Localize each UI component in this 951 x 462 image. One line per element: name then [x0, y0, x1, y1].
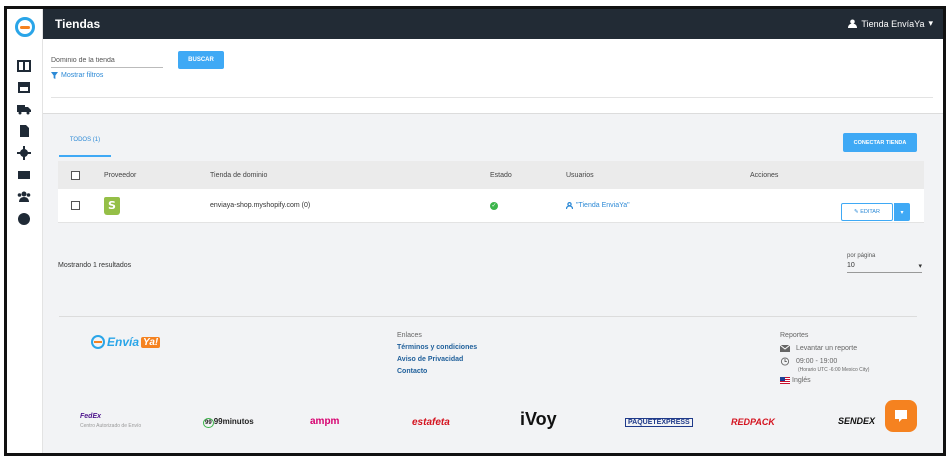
edit-label: EDITAR: [860, 209, 880, 215]
chat-icon: [895, 410, 907, 422]
user-menu[interactable]: Tienda EnvíaYa ▾: [848, 18, 933, 29]
us-flag-icon: [780, 377, 790, 384]
report-link[interactable]: Levantar un reporte: [780, 344, 869, 353]
edit-button[interactable]: ✎ EDITAR: [841, 203, 893, 221]
per-page-value: 10: [847, 262, 855, 269]
ivoy-logo: iVoy: [520, 409, 557, 429]
per-page-select[interactable]: por página 10 ▾: [847, 253, 922, 273]
col-provider: Proveedor: [104, 171, 137, 179]
user-name: Tienda EnvíaYa: [861, 18, 925, 29]
envelope-icon: [780, 344, 790, 352]
redpack-logo: REDPACK: [731, 417, 775, 427]
per-page-label: por página: [847, 253, 876, 259]
ampm-logo: ampm: [310, 416, 340, 427]
users-icon[interactable]: [17, 190, 33, 204]
paquetexpress-logo: PAQUETEXPRESS: [625, 418, 693, 427]
show-filters-label: Mostrar filtros: [61, 72, 104, 79]
col-users: Usuarios: [566, 171, 594, 179]
footer-divider: [59, 316, 917, 317]
language-label: Inglés: [792, 377, 811, 384]
truck-icon[interactable]: [17, 102, 33, 116]
user-outline-icon: [566, 202, 573, 209]
tab-todos[interactable]: TODOS (1): [59, 137, 111, 157]
app-frame: Tiendas Tienda EnvíaYa ▾ BUSCAR Mostrar …: [4, 6, 946, 456]
store-user-name: "Tienda EnviaYa": [576, 202, 630, 209]
reports-title: Reportes: [780, 332, 809, 339]
row-checkbox[interactable]: [71, 201, 80, 210]
domain-search-input[interactable]: [51, 57, 163, 68]
estafeta-logo: estafeta: [412, 417, 450, 428]
store-icon[interactable]: [17, 80, 33, 94]
fedex-logo: FedEx: [80, 413, 102, 420]
table-row: S enviaya-shop.myshopify.com (0) ✓ "Tien…: [58, 189, 924, 223]
chat-button[interactable]: [885, 400, 917, 432]
top-header: Tiendas Tienda EnvíaYa ▾: [43, 9, 943, 39]
col-actions: Acciones: [750, 171, 779, 179]
caret-down-icon: ▾: [928, 18, 933, 28]
page-title: Tiendas: [55, 17, 101, 31]
sendex-logo: SENDEX: [838, 416, 876, 426]
divider: [51, 97, 933, 98]
id-card-icon[interactable]: [17, 168, 33, 182]
footer-links: Enlaces Términos y condiciones Aviso de …: [397, 332, 477, 380]
table-header: Proveedor Tienda de dominio Estado Usuar…: [58, 161, 924, 189]
language-selector[interactable]: Inglés: [780, 377, 869, 384]
connect-store-button[interactable]: CONECTAR TIENDA: [843, 133, 917, 152]
caret-down-icon: ▾: [900, 209, 904, 216]
select-all-checkbox[interactable]: [71, 170, 80, 180]
enviaya-logo-icon: [91, 335, 105, 349]
show-filters-link[interactable]: Mostrar filtros: [51, 72, 103, 79]
clock-icon: [780, 357, 790, 366]
gear-icon[interactable]: [17, 146, 33, 160]
col-domain: Tienda de dominio: [210, 171, 268, 179]
brand-accent: Ya!: [141, 336, 161, 348]
dashboard-icon[interactable]: [17, 59, 33, 73]
enviaya-logo-icon[interactable]: [15, 17, 35, 37]
99minutos-logo: 99 99minutos: [203, 417, 254, 428]
links-title: Enlaces: [397, 332, 422, 339]
brand-main: Envía: [107, 335, 140, 349]
terms-link[interactable]: Términos y condiciones: [397, 344, 477, 351]
col-status: Estado: [490, 171, 512, 179]
results-count: Mostrando 1 resultados: [58, 262, 132, 269]
fedex-subtitle: Centro Autorizado de Envío: [80, 423, 142, 429]
store-user-link[interactable]: "Tienda EnviaYa": [566, 202, 750, 209]
filter-icon: [51, 72, 58, 79]
user-icon: [848, 19, 858, 28]
search-button[interactable]: BUSCAR: [178, 51, 224, 69]
business-hours: 09:00 - 19:00: [796, 358, 838, 365]
stores-table: Proveedor Tienda de dominio Estado Usuar…: [58, 161, 924, 223]
shopify-icon: S: [104, 196, 120, 215]
privacy-link[interactable]: Aviso de Privacidad: [397, 356, 477, 363]
search-panel: BUSCAR Mostrar filtros: [43, 39, 943, 114]
store-domain: enviaya-shop.myshopify.com (0): [210, 202, 311, 209]
timezone: (Horario UTC -6:00 Mexico City): [798, 367, 870, 373]
footer-reports: Reportes Levantar un reporte 09:00 - 19:…: [780, 332, 869, 388]
sidebar: [7, 9, 43, 453]
report-label: Levantar un reporte: [796, 345, 858, 352]
contact-link[interactable]: Contacto: [397, 368, 477, 375]
help-icon[interactable]: [17, 212, 33, 226]
edit-dropdown-button[interactable]: ▾: [894, 203, 910, 221]
caret-down-icon: ▾: [918, 263, 922, 270]
status-active-icon: ✓: [490, 201, 498, 210]
document-icon[interactable]: [17, 124, 33, 138]
footer-logo: Envía Ya!: [91, 335, 161, 349]
